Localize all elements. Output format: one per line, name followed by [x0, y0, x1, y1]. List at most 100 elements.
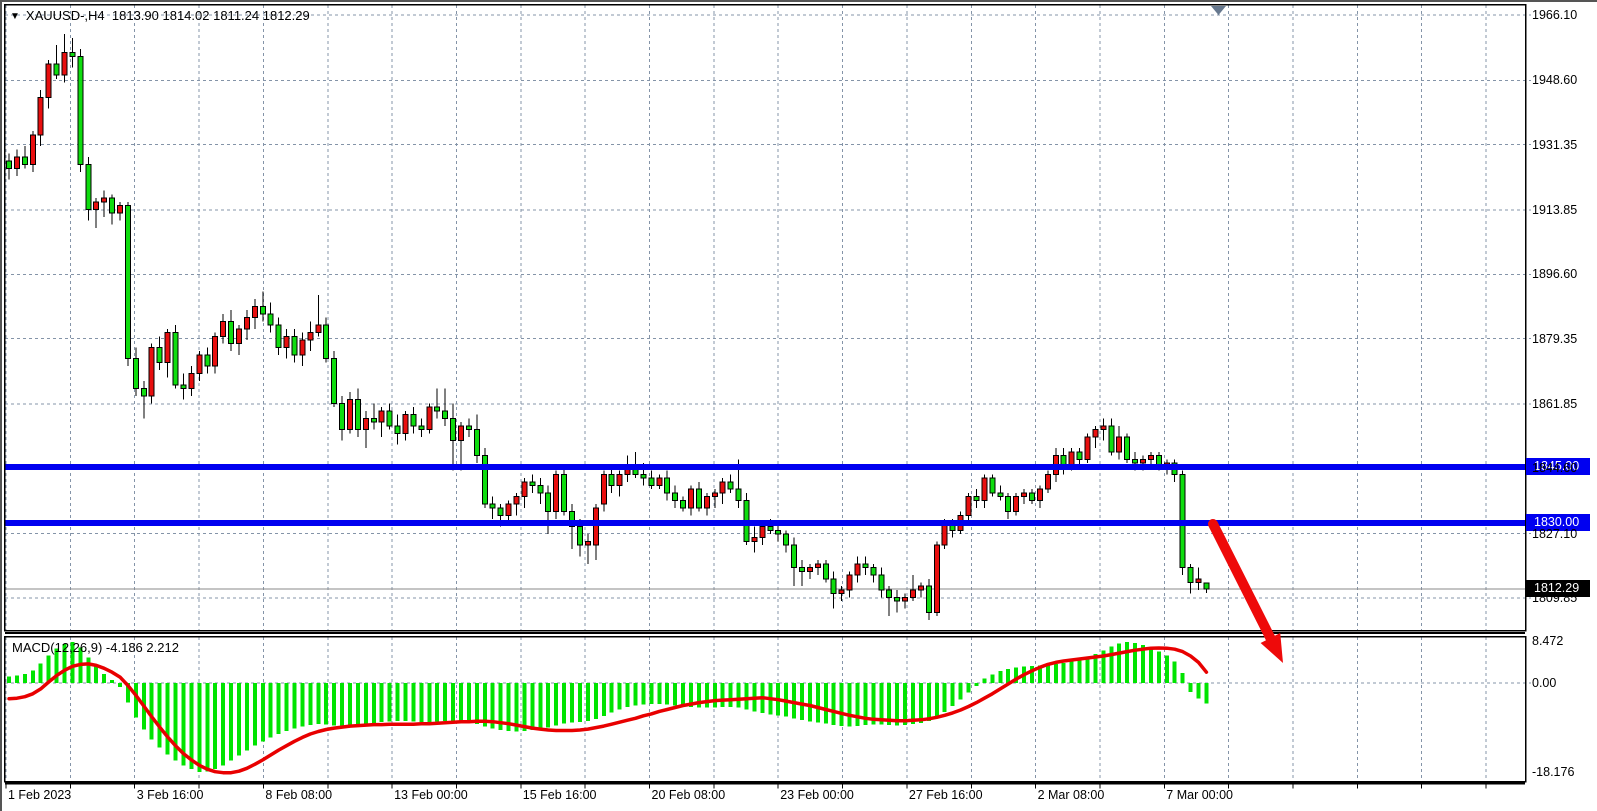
candle [395, 415, 400, 445]
candlestick-series [7, 34, 1209, 620]
candle [562, 467, 567, 516]
candle [236, 325, 241, 355]
macd-bar [396, 683, 400, 721]
macd-bar [1046, 665, 1050, 683]
macd-bar [602, 683, 606, 716]
candle [1109, 418, 1114, 455]
macd-bar [1125, 642, 1129, 683]
macd-bar [427, 683, 431, 722]
time-axis-label: 23 Feb 00:00 [780, 788, 854, 802]
price-axis-label: 1966.10 [1532, 8, 1577, 22]
candle [522, 478, 527, 508]
macd-bar [1085, 657, 1089, 683]
candle [443, 388, 448, 425]
macd-bar [586, 683, 590, 721]
macd-bar [388, 683, 392, 722]
macd-bar [578, 683, 582, 722]
macd-bar [300, 683, 304, 727]
candle [252, 299, 257, 329]
candle [1085, 433, 1090, 463]
candle [792, 538, 797, 587]
macd-bar [451, 683, 455, 722]
candle [284, 329, 289, 359]
candle [1117, 426, 1122, 460]
candle [276, 318, 281, 355]
candle [657, 474, 662, 489]
macd-bar [840, 683, 844, 726]
macd-bar [1189, 683, 1193, 692]
macd-bar [475, 683, 479, 724]
macd-bar [1062, 663, 1066, 683]
macd-bar [316, 683, 320, 724]
ohlc-header: ▼XAUUSD-,H4 1813.90 1814.02 1811.24 1812… [10, 8, 310, 23]
macd-bar [816, 683, 820, 723]
macd-bar [911, 683, 915, 724]
macd-bar [1173, 661, 1177, 683]
time-axis-label: 3 Feb 16:00 [137, 788, 204, 802]
symbol-dropdown-icon[interactable]: ▼ [10, 11, 20, 22]
macd-bar [1070, 661, 1074, 683]
candle [990, 474, 995, 496]
candle [419, 418, 424, 437]
candle [403, 411, 408, 441]
macd-bar [1165, 656, 1169, 683]
candle [1125, 433, 1130, 463]
macd-bar [189, 683, 193, 769]
macd-bar [102, 674, 106, 683]
candle [744, 493, 749, 545]
macd-bar [737, 683, 741, 708]
candle [1029, 489, 1034, 504]
candle [466, 418, 471, 437]
macd-bar [562, 683, 566, 724]
candle [712, 489, 717, 508]
candle [133, 347, 138, 396]
macd-bar [570, 683, 574, 723]
candle [895, 590, 900, 612]
macd-bar [205, 683, 209, 772]
candle [514, 493, 519, 515]
candle [673, 486, 678, 508]
candle [1196, 568, 1201, 590]
chart-canvas[interactable] [2, 2, 1597, 811]
macd-bar [705, 683, 709, 708]
candle [704, 493, 709, 515]
macd-bar [554, 683, 558, 726]
price-axis-label: 1844.60 [1532, 461, 1577, 475]
candle [688, 486, 693, 516]
macd-bar [856, 683, 860, 726]
candle [379, 407, 384, 437]
trend-arrow-annotation[interactable] [1213, 524, 1283, 663]
candle [665, 471, 670, 501]
macd-bar [404, 683, 408, 721]
candle [506, 500, 511, 522]
candle [157, 336, 162, 370]
candle [46, 60, 51, 109]
candle [871, 564, 876, 583]
macd-bar [332, 683, 336, 726]
macd-bar [998, 671, 1002, 683]
time-axis-label: 2 Mar 08:00 [1038, 788, 1105, 802]
macd-bar [118, 683, 122, 687]
macd-bar [681, 683, 685, 707]
chart-shift-icon[interactable] [1211, 6, 1226, 15]
candle [1101, 418, 1106, 440]
macd-bar [951, 683, 955, 706]
candle [347, 392, 352, 433]
candle [823, 560, 828, 582]
macd-bar [546, 683, 550, 728]
macd-bar [959, 683, 963, 700]
macd-bar [467, 683, 471, 723]
candle [974, 489, 979, 508]
candle [38, 90, 43, 146]
candle [14, 150, 19, 176]
macd-bar [269, 683, 273, 737]
macd-bar [94, 666, 98, 683]
candle [244, 310, 249, 340]
price-axis-label: 1809.85 [1532, 591, 1577, 605]
candle [221, 314, 226, 344]
candle [94, 198, 99, 228]
candle [363, 411, 368, 448]
price-axis-label: 1879.35 [1532, 332, 1577, 346]
macd-bar [1149, 648, 1153, 683]
ohlc-values: 1813.90 1814.02 1811.24 1812.29 [112, 8, 310, 23]
